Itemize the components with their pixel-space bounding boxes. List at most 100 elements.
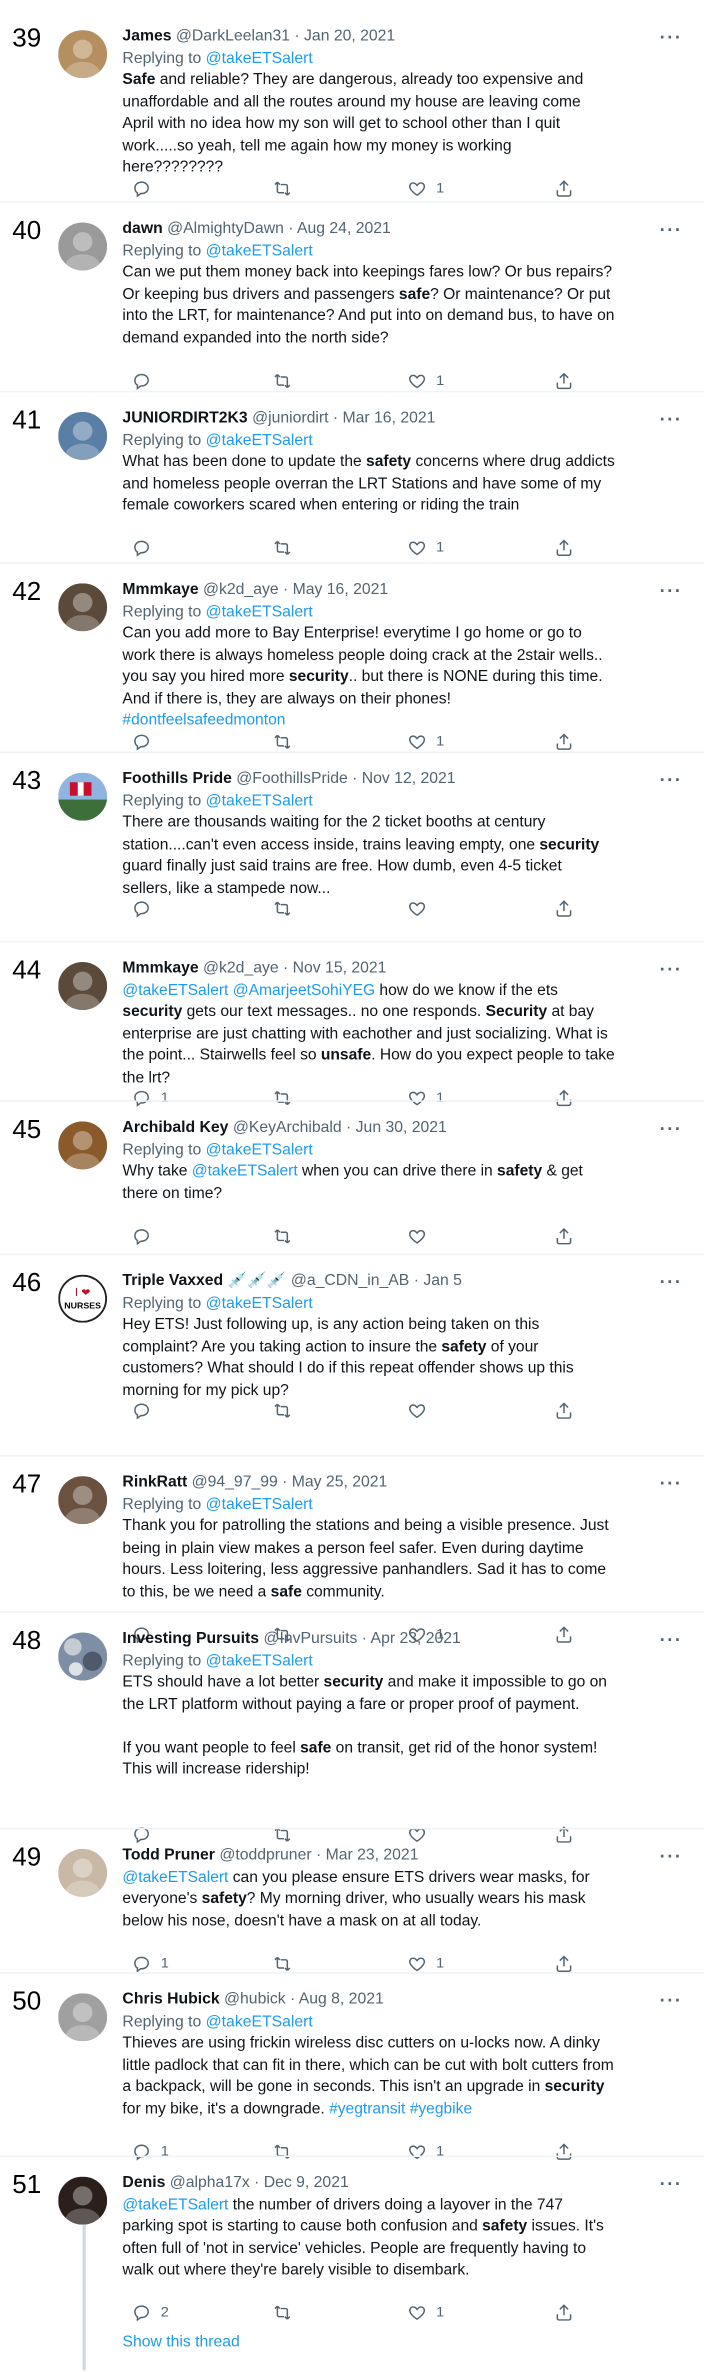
tweet-date[interactable]: Nov 12, 2021 — [362, 771, 456, 788]
like-button[interactable]: 1 — [398, 363, 444, 399]
like-button[interactable] — [398, 1393, 427, 1429]
avatar[interactable]: I ❤ NURSES — [58, 1274, 108, 1323]
avatar[interactable] — [58, 222, 108, 271]
avatar[interactable] — [58, 962, 108, 1011]
like-button[interactable]: 1 — [398, 2295, 444, 2331]
tweet-date[interactable]: Jan 5 — [423, 1273, 462, 1290]
tweet-date[interactable]: May 25, 2021 — [292, 1475, 388, 1492]
more-options-icon[interactable]: ··· — [660, 1990, 683, 2011]
reply-button[interactable] — [122, 1393, 151, 1429]
tweet-date[interactable]: Dec 9, 2021 — [264, 2175, 349, 2192]
avatar[interactable] — [58, 411, 108, 460]
display-name[interactable]: Todd Pruner — [122, 1847, 215, 1864]
avatar[interactable] — [58, 1848, 108, 1897]
user-handle[interactable]: @alpha17x — [170, 2175, 250, 2192]
tweet-date[interactable]: Jan 20, 2021 — [304, 29, 395, 46]
share-button[interactable] — [545, 724, 574, 760]
user-handle[interactable]: @a_CDN_in_AB — [291, 1273, 409, 1290]
tweet-date[interactable]: May 16, 2021 — [293, 582, 389, 599]
share-button[interactable] — [545, 363, 574, 399]
like-button[interactable]: 1 — [398, 1946, 444, 1982]
reply-button[interactable] — [122, 530, 151, 566]
share-button[interactable] — [545, 2295, 574, 2331]
display-name[interactable]: James — [122, 29, 171, 46]
reply-mention-link[interactable]: @takeETSalert — [206, 1142, 313, 1159]
show-thread-link[interactable]: Show this thread — [122, 2334, 239, 2351]
avatar[interactable] — [58, 772, 108, 821]
more-options-icon[interactable]: ··· — [660, 1118, 683, 1139]
user-handle[interactable]: @hubick — [224, 1992, 286, 2009]
reply-button[interactable]: 1 — [122, 1081, 169, 1117]
retweet-button[interactable] — [263, 363, 292, 399]
avatar[interactable] — [58, 1632, 108, 1681]
retweet-button[interactable] — [263, 530, 292, 566]
tweet-date[interactable]: Apr 23, 2021 — [371, 1631, 461, 1648]
retweet-button[interactable] — [263, 2295, 292, 2331]
reply-mention-link[interactable]: @takeETSalert — [206, 793, 313, 810]
reply-button[interactable] — [122, 363, 151, 399]
tweet-date[interactable]: Aug 8, 2021 — [299, 1992, 384, 2009]
retweet-button[interactable] — [263, 1946, 292, 1982]
tweet-date[interactable]: Aug 24, 2021 — [297, 221, 391, 238]
avatar[interactable] — [58, 1121, 108, 1170]
reply-mention-link[interactable]: @takeETSalert — [206, 50, 313, 67]
share-button[interactable] — [545, 1081, 574, 1117]
avatar[interactable] — [58, 1476, 108, 1525]
more-options-icon[interactable]: ··· — [660, 1629, 683, 1650]
reply-mention-link[interactable]: @takeETSalert — [206, 1496, 313, 1513]
share-button[interactable] — [545, 2134, 574, 2170]
share-button[interactable] — [545, 1218, 574, 1254]
user-handle[interactable]: @FoothillsPride — [236, 771, 347, 788]
reply-mention-link[interactable]: @takeETSalert — [206, 1295, 313, 1312]
more-options-icon[interactable]: ··· — [660, 1272, 683, 1293]
tweet-date[interactable]: Nov 15, 2021 — [293, 961, 387, 978]
more-options-icon[interactable]: ··· — [660, 2174, 683, 2195]
more-options-icon[interactable]: ··· — [660, 770, 683, 791]
share-button[interactable] — [545, 891, 574, 927]
avatar[interactable] — [58, 2176, 108, 2225]
user-handle[interactable]: @DarkLeelan31 — [176, 29, 290, 46]
like-button[interactable] — [398, 891, 427, 927]
display-name[interactable]: Chris Hubick — [122, 1992, 219, 2009]
retweet-button[interactable] — [263, 724, 292, 760]
user-handle[interactable]: @toddpruner — [219, 1847, 311, 1864]
display-name[interactable]: Denis — [122, 2175, 165, 2192]
like-button[interactable] — [398, 1218, 427, 1254]
user-handle[interactable]: @AlmightyDawn — [167, 221, 284, 238]
like-button[interactable]: 1 — [398, 724, 444, 760]
like-button[interactable]: 1 — [398, 1081, 444, 1117]
display-name[interactable]: Investing Pursuits — [122, 1631, 259, 1648]
user-handle[interactable]: @94_97_99 — [192, 1475, 278, 1492]
display-name[interactable]: Mmmkaye — [122, 961, 198, 978]
reply-button[interactable] — [122, 891, 151, 927]
reply-button[interactable] — [122, 1218, 151, 1254]
display-name[interactable]: Archibald Key — [122, 1120, 228, 1137]
reply-button[interactable]: 2 — [122, 2295, 169, 2331]
more-options-icon[interactable]: ··· — [660, 1473, 683, 1494]
retweet-button[interactable] — [263, 1081, 292, 1117]
user-handle[interactable]: @juniordirt — [252, 410, 328, 427]
like-button[interactable]: 1 — [398, 530, 444, 566]
more-options-icon[interactable]: ··· — [660, 580, 683, 601]
more-options-icon[interactable]: ··· — [660, 219, 683, 240]
retweet-button[interactable] — [263, 1218, 292, 1254]
share-button[interactable] — [545, 1946, 574, 1982]
tweet-date[interactable]: Jun 30, 2021 — [356, 1120, 447, 1137]
user-handle[interactable]: @k2d_aye — [203, 961, 279, 978]
reply-button[interactable]: 1 — [122, 2134, 169, 2170]
more-options-icon[interactable]: ··· — [660, 959, 683, 980]
like-button[interactable]: 1 — [398, 2134, 444, 2170]
user-handle[interactable]: @InvPursuits — [263, 1631, 357, 1648]
avatar[interactable] — [58, 30, 108, 79]
display-name[interactable]: Triple Vaxxed 💉💉💉 — [122, 1273, 286, 1290]
display-name[interactable]: Foothills Pride — [122, 771, 231, 788]
display-name[interactable]: RinkRatt — [122, 1475, 187, 1492]
reply-mention-link[interactable]: @takeETSalert — [206, 243, 313, 260]
reply-button[interactable]: 1 — [122, 1946, 169, 1982]
retweet-button[interactable] — [263, 891, 292, 927]
user-handle[interactable]: @KeyArchibald — [233, 1120, 342, 1137]
reply-button[interactable] — [122, 724, 151, 760]
reply-mention-link[interactable]: @takeETSalert — [206, 432, 313, 449]
reply-mention-link[interactable]: @takeETSalert — [206, 2013, 313, 2030]
share-button[interactable] — [545, 1393, 574, 1429]
